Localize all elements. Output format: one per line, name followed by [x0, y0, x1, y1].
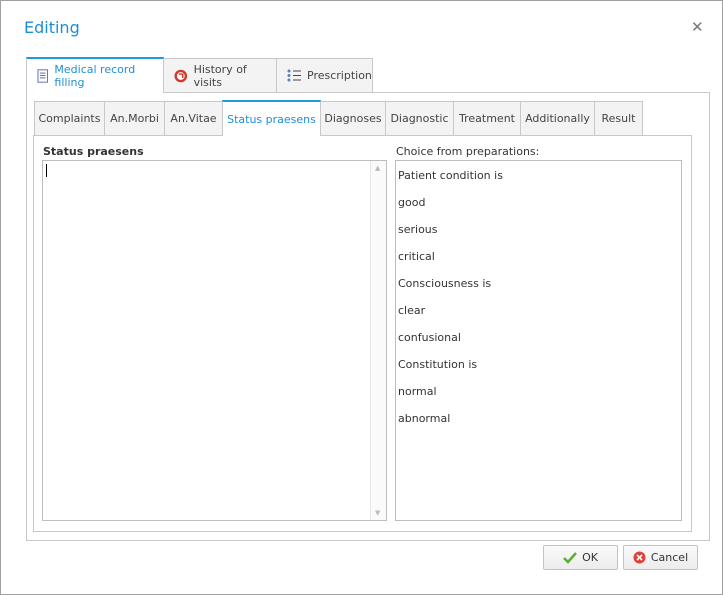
cancel-label: Cancel: [650, 551, 689, 564]
list-item[interactable]: good: [398, 196, 425, 209]
tab-prescription[interactable]: Prescription: [276, 58, 373, 93]
list-item[interactable]: clear: [398, 304, 425, 317]
scroll-up-icon[interactable]: ▲: [375, 164, 380, 172]
tab-diagnoses[interactable]: Diagnoses: [320, 101, 386, 136]
status-praesens-label: Status praesens: [43, 145, 144, 158]
tab-label: History of visits: [193, 62, 247, 89]
tab-label: Prescription: [307, 69, 372, 82]
preparations-label: Choice from preparations:: [396, 145, 540, 158]
tab-complaints[interactable]: Complaints: [34, 101, 105, 136]
tab-history-of-visits[interactable]: History of visits: [163, 58, 277, 93]
list-item[interactable]: Consciousness is: [398, 277, 491, 290]
scroll-down-icon[interactable]: ▼: [375, 509, 380, 517]
tab-status-praesens[interactable]: Status praesens: [222, 100, 321, 136]
document-icon: [37, 69, 48, 83]
tab-label: Medical record filling: [54, 63, 136, 89]
tab-additionally[interactable]: Additionally: [520, 101, 595, 136]
tab-treatment[interactable]: Treatment: [453, 101, 521, 136]
ok-button[interactable]: OK: [543, 545, 618, 570]
list-icon: [287, 69, 301, 82]
list-item[interactable]: Patient condition is: [398, 169, 503, 182]
cancel-icon: [633, 551, 646, 564]
list-item[interactable]: confusional: [398, 331, 461, 344]
ok-label: OK: [582, 551, 598, 564]
list-item[interactable]: normal: [398, 385, 437, 398]
list-item[interactable]: Constitution is: [398, 358, 477, 371]
history-icon: [174, 69, 188, 82]
close-icon[interactable]: ✕: [691, 18, 704, 36]
status-praesens-textarea[interactable]: ▲ ▼: [42, 160, 387, 521]
tab-result[interactable]: Result: [594, 101, 643, 136]
cancel-button[interactable]: Cancel: [623, 545, 698, 570]
list-item[interactable]: abnormal: [398, 412, 450, 425]
vertical-scrollbar[interactable]: ▲ ▼: [370, 161, 386, 520]
list-item[interactable]: serious: [398, 223, 438, 236]
preparations-list[interactable]: Patient condition is good serious critic…: [395, 160, 682, 521]
tab-an-vitae[interactable]: An.Vitae: [164, 101, 223, 136]
tab-medical-record-filling[interactable]: Medical record filling: [26, 57, 164, 93]
tab-diagnostic[interactable]: Diagnostic: [385, 101, 454, 136]
tab-an-morbi[interactable]: An.Morbi: [104, 101, 165, 136]
list-item[interactable]: critical: [398, 250, 435, 263]
text-caret: [46, 164, 47, 177]
checkmark-icon: [563, 551, 577, 564]
dialog-title: Editing: [24, 18, 80, 37]
